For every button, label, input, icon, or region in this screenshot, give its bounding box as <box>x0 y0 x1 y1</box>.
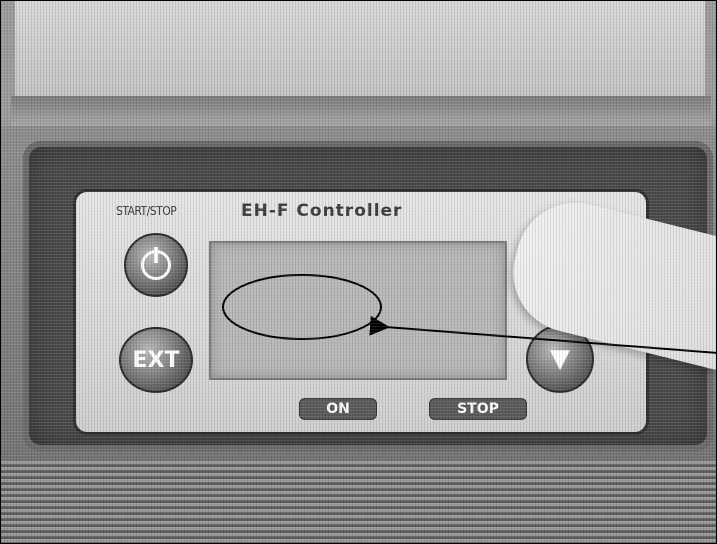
annotation-overlay <box>222 274 716 354</box>
pointer-arrow <box>369 315 716 354</box>
highlight-ellipse <box>222 274 382 340</box>
photo-frame: START/STOP EH-F Controller EXT ▼ ON STOP <box>0 0 717 544</box>
